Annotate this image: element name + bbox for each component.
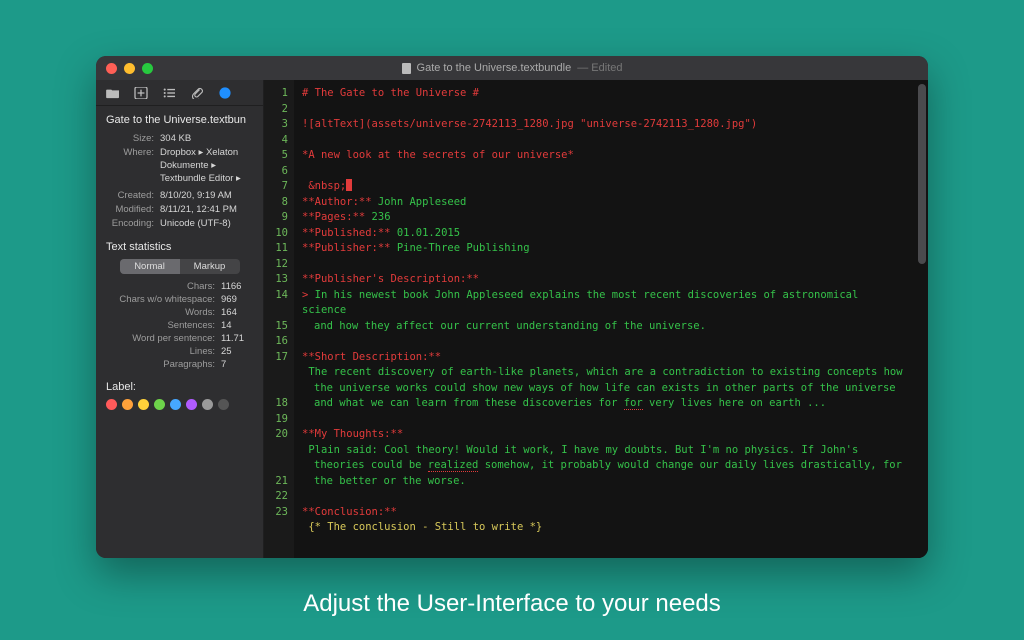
window-content: Gate to the Universe.textbun Size:304 KB…: [96, 80, 928, 558]
sidebar-body: Gate to the Universe.textbun Size:304 KB…: [96, 106, 263, 420]
stat-row: Chars:1166: [106, 280, 253, 293]
text-cursor: [346, 179, 352, 191]
meta-where: Where:Dropbox ▸ XelatonDokumente ▸Textbu…: [106, 146, 253, 185]
sidebar: Gate to the Universe.textbun Size:304 KB…: [96, 80, 264, 558]
folder-icon[interactable]: [106, 87, 120, 99]
stat-row: Paragraphs:7: [106, 358, 253, 371]
color-swatch[interactable]: [138, 399, 149, 410]
list-icon[interactable]: [162, 87, 176, 99]
plus-square-icon[interactable]: [134, 87, 148, 99]
paperclip-icon[interactable]: [190, 87, 204, 99]
color-swatch[interactable]: [202, 399, 213, 410]
line-gutter: 1234567891011121314151617181920212223: [264, 80, 294, 558]
stat-row: Lines:25: [106, 345, 253, 358]
color-swatch[interactable]: [170, 399, 181, 410]
edited-indicator: — Edited: [577, 62, 622, 74]
color-swatch[interactable]: [218, 399, 229, 410]
app-window: Gate to the Universe.textbundle — Edited…: [96, 56, 928, 558]
editor-scrollbar[interactable]: [916, 80, 928, 558]
color-swatch[interactable]: [106, 399, 117, 410]
stats-rows: Chars:1166Chars w/o whitespace:969Words:…: [106, 280, 253, 371]
editor: 1234567891011121314151617181920212223 # …: [264, 80, 928, 558]
meta-encoding: Encoding:Unicode (UTF-8): [106, 217, 253, 231]
stat-row: Sentences:14: [106, 319, 253, 332]
stat-row: Word per sentence:11.71: [106, 332, 253, 345]
promo-caption: Adjust the User-Interface to your needs: [0, 590, 1024, 618]
document-icon: [402, 63, 411, 74]
label-swatches: [106, 399, 253, 410]
meta-modified: Modified:8/11/21, 12:41 PM: [106, 203, 253, 217]
label-title: Label:: [106, 381, 253, 393]
window-filename: Gate to the Universe.textbundle: [417, 62, 572, 74]
titlebar: Gate to the Universe.textbundle — Edited: [96, 56, 928, 80]
color-swatch[interactable]: [154, 399, 165, 410]
sidebar-filename: Gate to the Universe.textbun: [106, 114, 253, 126]
info-icon[interactable]: [218, 87, 232, 99]
stats-title: Text statistics: [106, 241, 253, 253]
code-area[interactable]: # The Gate to the Universe # ![altText](…: [294, 80, 916, 558]
stats-segmented[interactable]: Normal Markup: [120, 259, 240, 274]
stat-row: Chars w/o whitespace:969: [106, 293, 253, 306]
color-swatch[interactable]: [186, 399, 197, 410]
segment-markup[interactable]: Markup: [180, 259, 240, 274]
segment-normal[interactable]: Normal: [120, 259, 180, 274]
color-swatch[interactable]: [122, 399, 133, 410]
stat-row: Words:164: [106, 306, 253, 319]
scrollbar-thumb[interactable]: [918, 84, 926, 264]
sidebar-toolbar: [96, 80, 263, 106]
meta-size: Size:304 KB: [106, 132, 253, 146]
window-title: Gate to the Universe.textbundle — Edited: [96, 62, 928, 74]
meta-created: Created:8/10/20, 9:19 AM: [106, 189, 253, 203]
